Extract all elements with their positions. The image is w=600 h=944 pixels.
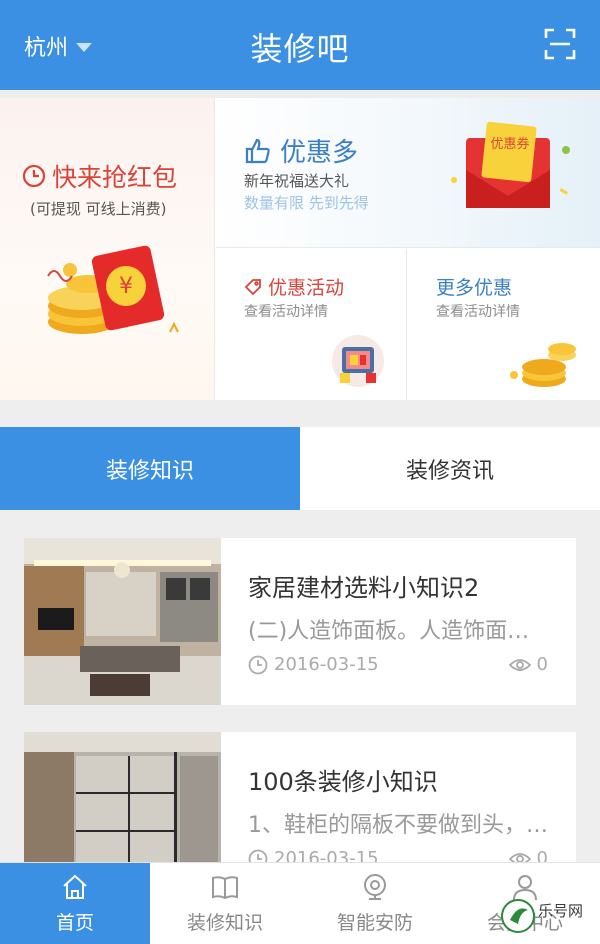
- activities-title: 优惠活动: [268, 277, 345, 299]
- nav-security-label: 智能安防: [336, 912, 413, 934]
- watermark-logo-icon: [501, 899, 535, 933]
- article-description: 1、鞋柜的隔板不要做到头，下面留出位置: [248, 813, 548, 838]
- more-title: 更多优惠: [436, 277, 513, 299]
- article-views-group: 0: [508, 654, 548, 675]
- more-discounts-card[interactable]: 更多优惠 查看活动详情: [408, 249, 600, 400]
- red-packet-banner[interactable]: 快来抢红包 (可提现 可线上消费) ¥: [0, 98, 215, 400]
- tag-icon: [244, 278, 261, 295]
- clock-icon: [248, 655, 268, 674]
- tab-decoration-knowledge[interactable]: 装修知识: [0, 427, 300, 510]
- shopping-illustration: [332, 335, 384, 387]
- content-tabs: 装修知识 装修资讯: [0, 427, 600, 510]
- nav-security[interactable]: 智能安防: [300, 863, 450, 944]
- book-icon: [212, 876, 238, 900]
- coins-illustration: [510, 343, 576, 387]
- watermark: 乐号网: [500, 898, 600, 944]
- discounts-line2: 数量有限 先到先得: [244, 194, 369, 212]
- red-packet-title: 快来抢红包: [52, 163, 178, 192]
- app-title: 装修吧: [250, 30, 350, 68]
- nav-home-label: 首页: [55, 912, 94, 934]
- scan-icon[interactable]: [544, 28, 576, 60]
- svg-text:¥: ¥: [119, 274, 133, 299]
- eye-icon: [508, 658, 531, 671]
- article-title: 100条装修小知识: [248, 768, 438, 796]
- promo-section: 快来抢红包 (可提现 可线上消费) ¥ 优惠多 新年祝福送大礼 数量有限 先到先…: [0, 98, 600, 400]
- activities-card[interactable]: 优惠活动 查看活动详情: [216, 249, 407, 400]
- red-packet-heading: 快来抢红包: [22, 158, 177, 194]
- thumbs-up-icon: [245, 138, 270, 163]
- discounts-banner[interactable]: 优惠多 新年祝福送大礼 数量有限 先到先得 优惠券: [216, 98, 600, 248]
- activities-heading: 优惠活动: [244, 273, 344, 300]
- coupon-envelope-illustration: 优惠券: [451, 121, 570, 208]
- home-icon: [63, 874, 87, 899]
- discounts-heading: 优惠多: [244, 132, 358, 169]
- article-card[interactable]: 家居建材选料小知识2 (二)人造饰面板。人造饰面板分为饰面 2016-03-15…: [24, 538, 576, 705]
- article-title: 家居建材选料小知识2: [248, 574, 480, 602]
- clock-icon: [22, 164, 46, 188]
- article-description: (二)人造饰面板。人造饰面板分为饰面: [248, 619, 548, 644]
- article-views: 0: [536, 654, 548, 675]
- activities-subtitle: 查看活动详情: [244, 304, 328, 320]
- nav-home[interactable]: 首页: [0, 863, 150, 944]
- red-packet-subtitle: (可提现 可线上消费): [30, 200, 167, 218]
- camera-icon: [364, 874, 386, 900]
- nav-knowledge[interactable]: 装修知识: [150, 863, 300, 944]
- coupon-label: 优惠券: [490, 136, 529, 152]
- article-thumbnail: [24, 538, 221, 705]
- article-date-group: 2016-03-15: [248, 654, 379, 675]
- app-header: 杭州 装修吧: [0, 0, 600, 90]
- red-packet-illustration: ¥: [47, 245, 179, 334]
- article-date: 2016-03-15: [274, 654, 379, 675]
- discounts-title: 优惠多: [280, 138, 359, 168]
- nav-knowledge-label: 装修知识: [186, 912, 263, 934]
- more-subtitle: 查看活动详情: [436, 304, 520, 320]
- watermark-text: 乐号网: [538, 902, 584, 920]
- discounts-line1: 新年祝福送大礼: [244, 172, 350, 190]
- tab-decoration-news[interactable]: 装修资讯: [300, 427, 600, 510]
- article-meta: 2016-03-15 0: [248, 654, 548, 675]
